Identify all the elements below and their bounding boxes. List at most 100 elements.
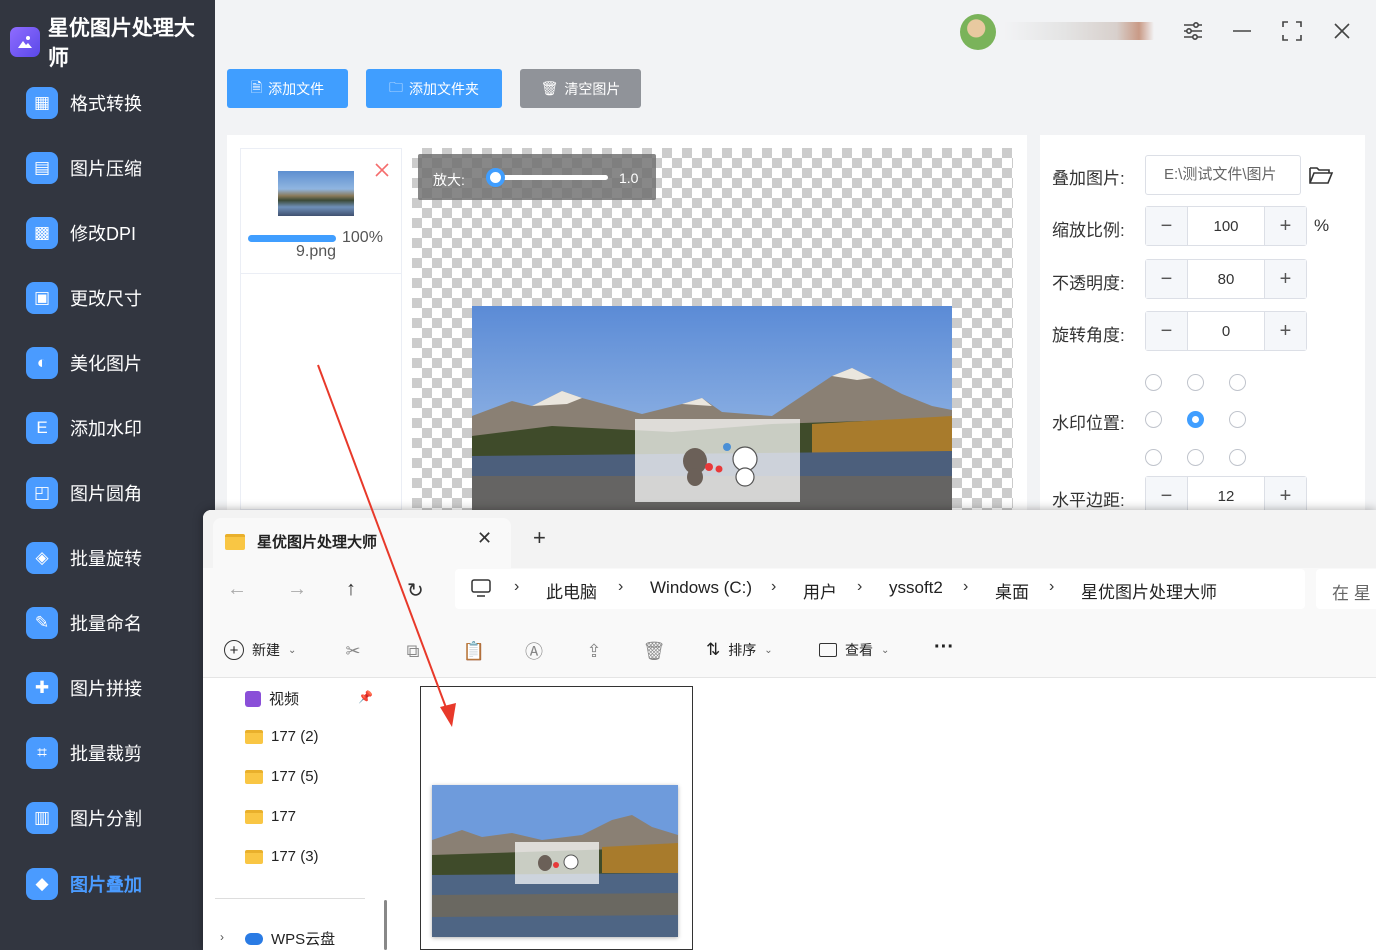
more-options-icon[interactable]: ··· [934,636,954,659]
breadcrumb-separator-icon[interactable]: › [514,578,519,596]
position-radio-top-left[interactable] [1145,374,1162,391]
sidebar-item-5[interactable]: ◐ 美化图片 [26,343,206,383]
nav-item[interactable]: 视频 [245,688,299,709]
share-icon[interactable]: ⇪ [583,640,605,662]
opacity-value[interactable]: 80 [1187,260,1265,298]
opacity-stepper[interactable]: − 80 + [1145,259,1307,299]
sidebar-item-12[interactable]: ▥ 图片分割 [26,798,206,838]
sidebar-item-label: 批量裁剪 [70,744,142,764]
position-radio-middle-right[interactable] [1229,411,1246,428]
overlay-image-path-input[interactable]: E:\测试文件\图片 [1145,155,1301,195]
open-folder-icon[interactable] [1308,164,1334,186]
breadcrumb-item[interactable]: 用户 [803,578,837,603]
opacity-label: 不透明度: [1052,274,1125,293]
rotation-value[interactable]: 0 [1187,312,1265,350]
close-icon[interactable] [1329,18,1355,44]
sidebar-item-10[interactable]: ✚ 图片拼接 [26,668,206,708]
sidebar-item-6[interactable]: E 添加水印 [26,408,206,448]
scale-increase-button[interactable]: + [1265,207,1306,245]
breadcrumb-item[interactable]: 星优图片处理大师 [1081,578,1217,603]
delete-x-icon[interactable] [373,161,391,179]
sidebar-item-1[interactable]: ▦ 格式转换 [26,83,206,123]
position-radio-bottom-right[interactable] [1229,449,1246,466]
position-radio-middle-left[interactable] [1145,411,1162,428]
add-file-button[interactable]: 🗎 添加文件 [227,69,348,108]
nav-scrollbar[interactable] [384,900,387,950]
sidebar-item-7[interactable]: ◰ 图片圆角 [26,473,206,513]
expand-chevron-icon[interactable]: › [220,930,224,944]
back-arrow-icon[interactable]: ← [227,578,247,601]
compress-icon: ▤ [26,152,58,184]
nav-item-label: 177 (5) [271,768,319,785]
scale-decrease-button[interactable]: − [1146,207,1187,245]
video-icon [245,690,261,707]
scale-value[interactable]: 100 [1187,207,1265,245]
rename-icon[interactable]: Ⓐ [523,640,545,662]
breadcrumb-item[interactable]: 桌面 [995,578,1029,603]
minimize-icon[interactable] [1229,18,1255,44]
rename-icon: ✎ [26,607,58,639]
nav-item[interactable]: 177 (3) [245,848,319,865]
zoom-slider-track[interactable] [488,175,608,180]
breadcrumb-separator-icon[interactable]: › [857,578,862,596]
view-button[interactable]: 查看 ⌄ [819,640,889,660]
sidebar-item-3[interactable]: ▩ 修改DPI [26,213,206,253]
resize-icon: ▣ [26,282,58,314]
rotation-increase-button[interactable]: + [1265,312,1306,350]
rotation-decrease-button[interactable]: − [1146,312,1187,350]
avatar[interactable] [960,14,996,50]
position-radio-top-right[interactable] [1229,374,1246,391]
sidebar-item-2[interactable]: ▤ 图片压缩 [26,148,206,188]
position-radio-bottom-center[interactable] [1187,449,1204,466]
rotation-stepper[interactable]: − 0 + [1145,311,1307,351]
file-icon: 🗎 [250,78,263,95]
trash-icon: 🗑 [540,80,559,96]
delete-icon[interactable]: 🗑 [643,640,666,662]
list-item[interactable]: 100% 9.png [241,149,401,274]
maximize-icon[interactable] [1279,18,1305,44]
round-corner-icon: ◰ [26,477,58,509]
scale-stepper[interactable]: − 100 + [1145,206,1307,246]
scale-label: 缩放比例: [1052,221,1125,240]
opacity-increase-button[interactable]: + [1265,260,1306,298]
sidebar-item-4[interactable]: ▣ 更改尺寸 [26,278,206,318]
breadcrumb-separator-icon[interactable]: › [1049,578,1054,596]
file-name: 9.png [295,243,337,260]
search-input[interactable]: 在 星 [1316,569,1376,609]
breadcrumb-item[interactable]: yssoft2 [889,578,943,598]
opacity-decrease-button[interactable]: − [1146,260,1187,298]
nav-item[interactable]: 177 (5) [245,768,319,785]
breadcrumb-item[interactable]: 此电脑 [546,578,597,603]
position-radio-top-center[interactable] [1187,374,1204,391]
nav-item-label: 177 (3) [271,848,319,865]
position-radio-bottom-left[interactable] [1145,449,1162,466]
new-tab-plus-icon[interactable]: + [533,525,546,551]
sidebar-item-11[interactable]: ⌗ 批量裁剪 [26,733,206,773]
zoom-slider-handle[interactable] [486,168,505,187]
breadcrumb-item[interactable]: Windows (C:) [650,578,752,598]
folder-icon [245,809,263,824]
split-icon: ▥ [26,802,58,834]
sort-button[interactable]: ⇅ 排序 ⌄ [706,640,773,660]
breadcrumb-separator-icon[interactable]: › [618,578,623,596]
breadcrumb-separator-icon[interactable]: › [771,578,776,596]
nav-item[interactable]: WPS云盘 [245,928,335,949]
new-button[interactable]: + 新建 ⌄ [224,640,296,660]
folder-icon [245,729,263,744]
nav-item-label: 177 [271,808,297,825]
settings-sliders-icon[interactable] [1180,18,1206,44]
sidebar-item-label: 批量旋转 [70,549,142,569]
add-folder-button[interactable]: 🗀 添加文件夹 [366,69,502,108]
clear-images-button[interactable]: 🗑 清空图片 [520,69,641,108]
position-radio-center[interactable] [1187,411,1204,428]
sidebar-item-label: 批量命名 [70,614,142,634]
tab-close-icon[interactable]: ✕ [477,528,492,549]
sidebar-item-9[interactable]: ✎ 批量命名 [26,603,206,643]
sidebar-item-8[interactable]: ◈ 批量旋转 [26,538,206,578]
app-title: 星优图片处理大师 [10,12,215,72]
sidebar-item-label: 图片拼接 [70,679,142,699]
nav-item[interactable]: 177 [245,808,296,825]
breadcrumb-separator-icon[interactable]: › [963,578,968,596]
sidebar-item-label: 图片叠加 [70,875,142,895]
sidebar-item-13[interactable]: ◆ 图片叠加 [26,864,206,904]
